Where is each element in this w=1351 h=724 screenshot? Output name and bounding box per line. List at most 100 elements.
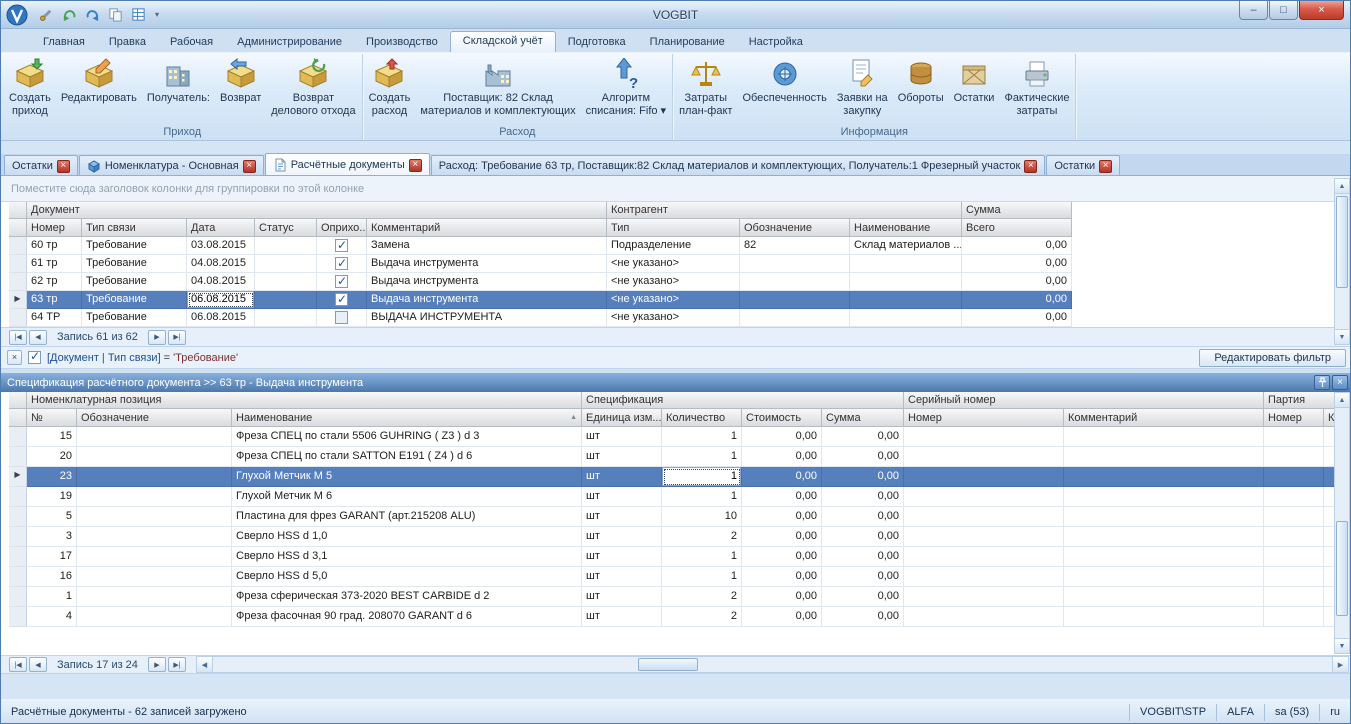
edit-filter-button[interactable]: Редактировать фильтр [1199,348,1346,367]
cell-serial-comment[interactable] [1064,467,1264,487]
nav-next-button[interactable]: ▶ [147,657,166,672]
cell-batch-number[interactable] [1264,607,1324,627]
cell-name[interactable] [850,309,962,327]
checkbox[interactable] [335,255,348,272]
table-row[interactable]: 17 Сверло HSS d 3,1 шт 1 0,00 0,00 [1,547,1334,567]
cell-serial-comment[interactable] [1064,607,1264,627]
cell-sum[interactable]: 0,00 [822,507,904,527]
cell-comment[interactable]: Замена [367,237,607,255]
cell-batch-number[interactable] [1264,567,1324,587]
col-header-comment[interactable]: Комментарий [367,219,607,237]
plan-fact-costs-button[interactable]: Затраты план-факт [674,54,737,126]
cell-batch-comment[interactable] [1324,507,1334,527]
cell-unit[interactable]: шт [582,467,662,487]
cell-link-type[interactable]: Требование [82,237,187,255]
cell-number[interactable]: 61 тр [27,255,82,273]
app-logo-icon[interactable] [6,4,28,26]
cell-price[interactable]: 0,00 [742,587,822,607]
table-row[interactable]: 64 ТР Требование 06.08.2015 ВЫДАЧА ИНСТР… [1,309,1334,327]
cell-unit[interactable]: шт [582,567,662,587]
col-header-name[interactable]: Наименование [850,219,962,237]
horizontal-scrollbar[interactable]: ◀ ▶ [195,656,1349,673]
redo-icon[interactable] [82,6,102,24]
cell-serial-comment[interactable] [1064,487,1264,507]
cell-price[interactable]: 0,00 [742,507,822,527]
cell-batch-comment[interactable] [1324,467,1334,487]
create-income-button[interactable]: Создать приход [4,54,56,126]
cell-unit[interactable]: шт [582,487,662,507]
cell-no[interactable]: 15 [27,427,77,447]
cell-unit[interactable]: шт [582,527,662,547]
minimize-button[interactable]: – [1239,1,1268,20]
turnover-button[interactable]: Обороты [893,54,949,126]
table-row[interactable]: 62 тр Требование 04.08.2015 Выдача инстр… [1,273,1334,291]
tab-skladskoy-uchet[interactable]: Складской учёт [449,31,556,52]
table-row[interactable]: 1 Фреза сферическая 373-2020 BEST CARBID… [1,587,1334,607]
close-icon[interactable]: × [242,159,256,173]
cell-comment[interactable]: ВЫДАЧА ИНСТРУМЕНТА [367,309,607,327]
cell-qty[interactable]: 1 [662,447,742,467]
nav-last-button[interactable]: ▶| [167,329,186,345]
cell-no[interactable]: 1 [27,587,77,607]
cell-name[interactable]: Сверло HSS d 5,0 [232,567,582,587]
cell-batch-number[interactable] [1264,587,1324,607]
create-expense-button[interactable]: Создать расход [364,54,416,126]
cell-agent-type[interactable]: <не указано> [607,291,740,309]
cell-link-type[interactable]: Требование [82,273,187,291]
doc-tab-ostatki-1[interactable]: Остатки × [4,155,78,175]
cell-no[interactable]: 23 [27,467,77,487]
cell-number[interactable]: 60 тр [27,237,82,255]
cell-link-type[interactable]: Требование [82,255,187,273]
cell-batch-number[interactable] [1264,507,1324,527]
cell-qty[interactable]: 1 [662,547,742,567]
cell-total[interactable]: 0,00 [962,273,1072,291]
nav-last-button[interactable]: ▶| [167,657,186,672]
cell-name[interactable]: Фреза СПЕЦ по стали SATTON E191 ( Z4 ) d… [232,447,582,467]
cell-agent-type[interactable]: <не указано> [607,273,740,291]
cell-price[interactable]: 0,00 [742,447,822,467]
doc-tab-rashod[interactable]: Расход: Требование 63 тр, Поставщик:82 С… [430,155,1046,175]
cell-no[interactable]: 3 [27,527,77,547]
cell-date[interactable]: 04.08.2015 [187,273,255,291]
col-header-no[interactable]: № [27,409,77,427]
col-header-unit[interactable]: Единица изм... [582,409,662,427]
col-header-posted[interactable]: Оприхо... [317,219,367,237]
cell-name[interactable]: Сверло HSS d 1,0 [232,527,582,547]
cell-designation[interactable] [740,273,850,291]
table-row[interactable]: 60 тр Требование 03.08.2015 Замена Подра… [1,237,1334,255]
doc-tab-raschetnye-dokumenty[interactable]: Расчётные документы × [264,153,430,175]
cell-status[interactable] [255,291,317,309]
checkbox[interactable] [335,237,348,254]
cell-number[interactable]: 64 ТР [27,309,82,327]
status-panel-language[interactable]: ru [1319,703,1350,721]
band-header-serial[interactable]: Серийный номер [904,392,1264,409]
cell-unit[interactable]: шт [582,547,662,567]
cell-designation[interactable] [77,467,232,487]
close-icon[interactable]: × [408,158,422,172]
cell-price[interactable]: 0,00 [742,487,822,507]
cell-total[interactable]: 0,00 [962,255,1072,273]
cell-serial-number[interactable] [904,467,1064,487]
close-icon[interactable]: × [1099,159,1113,173]
cell-posted[interactable] [317,273,367,291]
cell-price[interactable]: 0,00 [742,567,822,587]
cell-unit[interactable]: шт [582,507,662,527]
cell-batch-number[interactable] [1264,547,1324,567]
cell-name[interactable]: Фреза фасочная 90 град. 208070 GARANT d … [232,607,582,627]
cell-sum[interactable]: 0,00 [822,427,904,447]
cell-serial-number[interactable] [904,507,1064,527]
cell-serial-number[interactable] [904,547,1064,567]
nav-first-button[interactable]: |◀ [9,329,27,345]
cell-serial-number[interactable] [904,587,1064,607]
cell-status[interactable] [255,273,317,291]
cell-name[interactable]: Глухой Метчик М 6 [232,487,582,507]
tools-icon[interactable] [36,6,56,24]
close-button[interactable]: × [1299,1,1344,20]
cell-no[interactable]: 4 [27,607,77,627]
tab-proizvodstvo[interactable]: Производство [354,33,450,52]
cell-batch-number[interactable] [1264,527,1324,547]
cell-sum[interactable]: 0,00 [822,587,904,607]
table-row[interactable]: 4 Фреза фасочная 90 град. 208070 GARANT … [1,607,1334,627]
cell-comment[interactable]: Выдача инструмента [367,291,607,309]
cell-date[interactable]: 04.08.2015 [187,255,255,273]
